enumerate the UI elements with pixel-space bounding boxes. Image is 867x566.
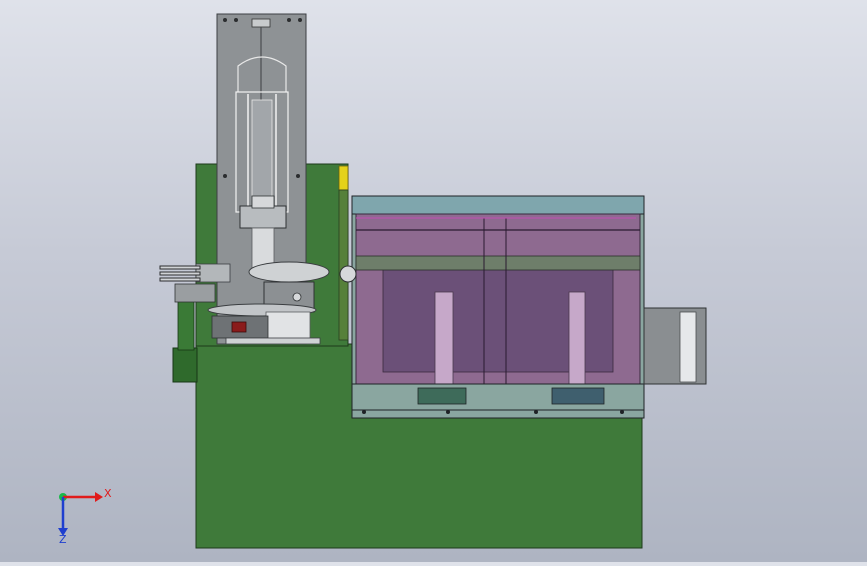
cooling-fins bbox=[159, 265, 201, 282]
cylinder-body bbox=[251, 99, 273, 201]
motor-shaft bbox=[292, 292, 302, 302]
pulley-large bbox=[248, 261, 330, 283]
side-bracket bbox=[172, 347, 198, 383]
spindle-housing bbox=[251, 227, 275, 269]
belt-upper bbox=[195, 263, 231, 283]
column-top-cap bbox=[251, 18, 271, 28]
post-base-right bbox=[551, 387, 605, 405]
machine-assembly-drawing: X Z bbox=[58, 13, 707, 549]
triad-x-label: X bbox=[104, 487, 112, 500]
outlet-housing bbox=[643, 307, 707, 385]
outlet-roller bbox=[679, 311, 697, 383]
electrode-post-right bbox=[568, 291, 586, 385]
tank-top-band bbox=[355, 255, 641, 271]
post-base-left bbox=[417, 387, 467, 405]
yellow-guide-strip bbox=[338, 165, 349, 191]
side-motor bbox=[174, 283, 216, 303]
triad-z-label: Z bbox=[59, 533, 67, 546]
shaft-coupling bbox=[339, 265, 357, 283]
guide-rail bbox=[338, 189, 349, 341]
cad-viewport[interactable]: X Z bbox=[0, 0, 867, 562]
tank-lid bbox=[351, 195, 645, 215]
base-flange bbox=[225, 337, 321, 345]
red-clamp bbox=[231, 321, 247, 333]
electrode-post-left bbox=[434, 291, 454, 385]
triad-x-arrow bbox=[95, 492, 103, 502]
nut-block bbox=[251, 195, 275, 209]
coordinate-triad: X Z bbox=[58, 487, 112, 546]
slider-block bbox=[239, 205, 287, 229]
spindle-drum bbox=[265, 311, 311, 343]
